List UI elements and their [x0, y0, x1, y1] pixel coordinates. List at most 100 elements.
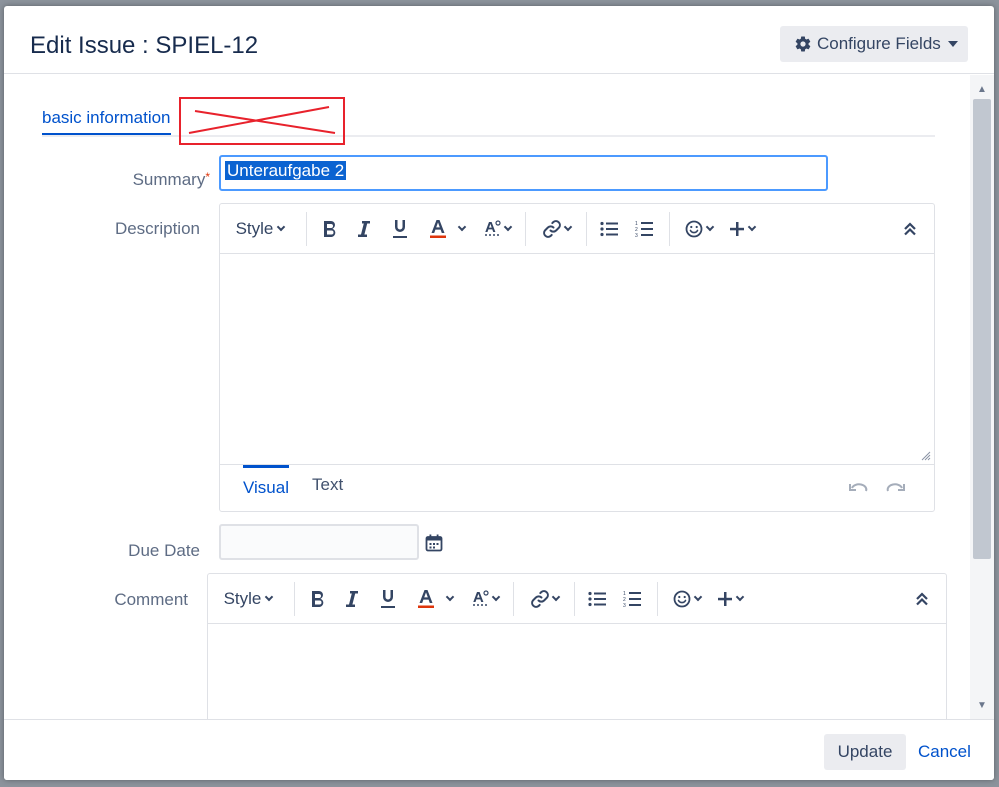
- emoji-icon: [673, 590, 691, 607]
- link-icon: [530, 589, 549, 608]
- scroll-up-icon[interactable]: ▲: [970, 79, 994, 99]
- description-toolbar: Style 1 2 3: [220, 204, 934, 254]
- configure-fields-label: Configure Fields: [817, 34, 941, 53]
- tab-visual[interactable]: Visual: [243, 465, 289, 505]
- underline-icon: [381, 589, 395, 608]
- text-color-button[interactable]: [407, 574, 463, 624]
- emoji-button[interactable]: [664, 574, 710, 624]
- chevron-down-icon: [693, 592, 703, 601]
- toolbar-divider: [306, 211, 307, 246]
- bullet-list-button[interactable]: [593, 204, 625, 254]
- underline-icon: [393, 219, 407, 238]
- cancel-link[interactable]: Cancel: [918, 742, 971, 762]
- style-label: Style: [235, 218, 274, 238]
- bold-icon: [312, 590, 324, 607]
- clear-formatting-button[interactable]: [475, 204, 519, 254]
- editor-mode-tabs: Visual Text: [220, 464, 934, 512]
- plus-icon: [718, 591, 732, 606]
- clear-formatting-icon: [472, 589, 489, 606]
- numbered-list-button[interactable]: 123: [613, 574, 651, 624]
- collapse-toolbar-button[interactable]: [886, 204, 934, 254]
- link-button[interactable]: [532, 204, 580, 254]
- chevron-down-icon: [265, 592, 274, 601]
- resize-grip-icon[interactable]: [921, 451, 931, 461]
- numbered-list-icon: 123: [635, 221, 653, 238]
- scroll-down-icon[interactable]: ▼: [970, 695, 994, 715]
- bold-icon: [324, 220, 336, 237]
- summary-value: Unteraufgabe 2: [225, 161, 347, 180]
- chevron-down-icon: [563, 222, 572, 231]
- configure-fields-button[interactable]: Configure Fields: [780, 26, 968, 62]
- link-icon: [542, 219, 561, 238]
- underline-button[interactable]: [381, 204, 419, 254]
- field-tabs: basic information: [42, 97, 935, 145]
- emoji-button[interactable]: [676, 204, 722, 254]
- toolbar-divider: [586, 211, 587, 246]
- style-label: Style: [223, 588, 262, 608]
- dialog-footer: Update Cancel: [4, 719, 994, 780]
- due-date-input[interactable]: [219, 524, 419, 560]
- dialog-title: Edit Issue : SPIEL-12: [30, 32, 259, 59]
- summary-label: Summary*: [100, 170, 210, 190]
- bold-button[interactable]: [313, 204, 347, 254]
- redacted-tab: [179, 97, 345, 145]
- chevron-down-icon: [747, 222, 757, 231]
- text-color-icon: [430, 219, 446, 238]
- italic-button[interactable]: [347, 204, 381, 254]
- italic-icon: [358, 220, 370, 237]
- chevron-down-icon: [457, 222, 467, 231]
- description-label: Description: [114, 219, 200, 238]
- style-dropdown[interactable]: Style: [208, 574, 288, 624]
- bold-button[interactable]: [301, 574, 335, 624]
- tab-basic-information[interactable]: basic information: [42, 108, 171, 135]
- text-color-button[interactable]: [419, 204, 475, 254]
- toolbar-divider: [513, 581, 514, 616]
- redo-icon[interactable]: [885, 481, 905, 495]
- tab-text[interactable]: Text: [312, 475, 343, 495]
- insert-more-button[interactable]: [710, 574, 750, 624]
- redaction-cross-icon: [188, 106, 336, 134]
- scroll-thumb[interactable]: [973, 99, 991, 559]
- italic-icon: [346, 590, 358, 607]
- chevron-down-icon: [503, 222, 512, 231]
- double-chevron-up-icon: [904, 221, 916, 235]
- chevron-down-icon: [735, 592, 745, 601]
- required-marker: *: [205, 170, 210, 184]
- svg-text:3: 3: [635, 233, 638, 238]
- link-button[interactable]: [520, 574, 568, 624]
- undo-icon[interactable]: [849, 481, 869, 495]
- dialog-scrollbar[interactable]: ▲ ▼: [970, 75, 994, 719]
- chevron-down-icon: [491, 592, 500, 601]
- description-editor: Style 1 2 3 Visual Text: [219, 203, 935, 512]
- toolbar-divider: [657, 581, 658, 616]
- insert-more-button[interactable]: [722, 204, 762, 254]
- toolbar-divider: [294, 581, 295, 616]
- calendar-icon[interactable]: [425, 534, 443, 552]
- gear-icon: [795, 36, 811, 52]
- numbered-list-icon: 123: [623, 591, 641, 608]
- dialog-body: basic information Summary* Unteraufgabe …: [4, 75, 970, 719]
- toolbar-divider: [574, 581, 575, 616]
- chevron-down-icon: [705, 222, 715, 231]
- comment-label: Comment: [114, 590, 188, 609]
- edit-issue-dialog: Edit Issue : SPIEL-12 Configure Fields b…: [4, 6, 994, 780]
- comment-edit-area[interactable]: [208, 625, 946, 719]
- numbered-list-button[interactable]: 123: [625, 204, 663, 254]
- update-button[interactable]: Update: [824, 734, 906, 770]
- toolbar-divider: [525, 211, 526, 246]
- bullet-list-button[interactable]: [581, 574, 613, 624]
- italic-button[interactable]: [335, 574, 369, 624]
- summary-input[interactable]: Unteraufgabe 2: [219, 155, 828, 191]
- comment-editor: Style 1 2 3: [207, 573, 947, 719]
- svg-text:3: 3: [623, 603, 626, 608]
- text-color-icon: [418, 589, 434, 608]
- style-dropdown[interactable]: Style: [220, 204, 300, 254]
- collapse-toolbar-button[interactable]: [898, 574, 946, 624]
- plus-icon: [730, 221, 744, 236]
- double-chevron-up-icon: [916, 591, 928, 605]
- underline-button[interactable]: [369, 574, 407, 624]
- description-edit-area[interactable]: [220, 255, 934, 464]
- toolbar-divider: [669, 211, 670, 246]
- clear-formatting-button[interactable]: [463, 574, 507, 624]
- caret-down-icon: [947, 41, 958, 47]
